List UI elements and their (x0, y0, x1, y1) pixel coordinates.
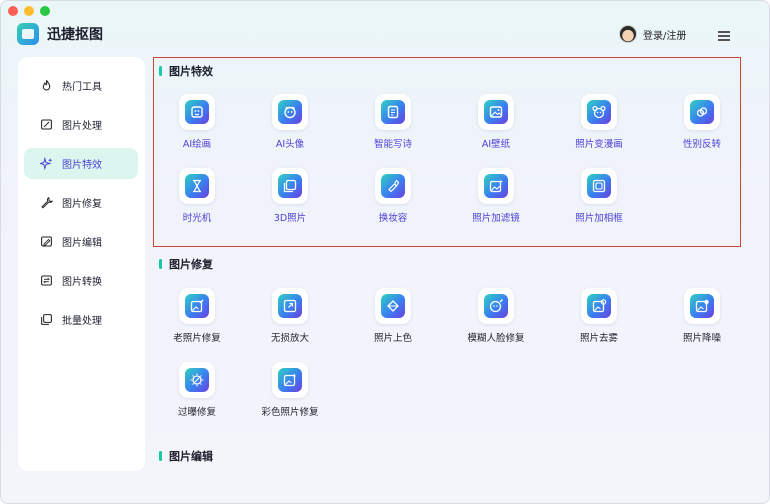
photo-3d-icon (278, 174, 302, 198)
gender-swap-icon (690, 100, 714, 124)
user-login[interactable]: 登录/注册 (619, 25, 686, 43)
face-fix-icon (484, 294, 508, 318)
section-title-editing: 图片编辑 (159, 448, 213, 464)
tool-makeup[interactable]: 换妆容 (348, 168, 438, 224)
sidebar-item-batch-processing[interactable]: 批量处理 (24, 304, 138, 335)
section-title-repair: 图片修复 (159, 256, 213, 272)
pencil-icon (40, 235, 53, 248)
tool-old-photo-repair[interactable]: 老照片修复 (152, 288, 242, 344)
overexposure-icon (185, 368, 209, 392)
sparkle-icon (40, 157, 53, 170)
wallpaper-icon (484, 100, 508, 124)
maximize-window-button[interactable] (40, 6, 50, 16)
avatar[interactable] (619, 25, 637, 43)
dehaze-icon (587, 294, 611, 318)
sidebar-item-label: 图片修复 (62, 199, 102, 210)
lipstick-icon (381, 174, 405, 198)
sidebar: 热门工具 图片处理 图片特效 图片修复 图片编辑 图片转换 批量处理 (18, 57, 145, 471)
flame-icon (40, 79, 53, 92)
cartoon-bear-icon (587, 100, 611, 124)
sidebar-item-label: 图片编辑 (62, 238, 102, 249)
old-photo-icon (185, 294, 209, 318)
tool-colorize[interactable]: 照片上色 (348, 288, 438, 344)
stack-icon (40, 313, 53, 326)
denoise-icon (690, 294, 714, 318)
tool-ai-wallpaper[interactable]: AI壁纸 (451, 94, 541, 150)
tool-3d-photo[interactable]: 3D照片 (245, 168, 335, 224)
window-controls (8, 6, 50, 16)
close-window-button[interactable] (8, 6, 18, 16)
tool-blurry-face-repair[interactable]: 模糊人脸修复 (451, 288, 541, 344)
sidebar-item-image-effects[interactable]: 图片特效 (24, 148, 138, 179)
upscale-icon (278, 294, 302, 318)
hamburger-menu-icon[interactable] (718, 31, 730, 43)
sidebar-item-image-processing[interactable]: 图片处理 (24, 109, 138, 140)
hourglass-icon (185, 174, 209, 198)
minimize-window-button[interactable] (24, 6, 34, 16)
color-photo-icon (278, 368, 302, 392)
tool-photo-frame[interactable]: 照片加相框 (554, 168, 644, 224)
tool-photo-filter[interactable]: 照片加滤镜 (451, 168, 541, 224)
sidebar-item-label: 图片特效 (62, 160, 102, 171)
ai-paint-icon (185, 100, 209, 124)
app-name: 迅捷抠图 (47, 27, 103, 43)
tool-ai-avatar[interactable]: AI头像 (245, 94, 335, 150)
ai-avatar-icon (278, 100, 302, 124)
sidebar-item-hot-tools[interactable]: 热门工具 (24, 70, 138, 101)
sidebar-item-label: 图片处理 (62, 121, 102, 132)
app-logo-icon (17, 23, 39, 45)
tool-gender-swap[interactable]: 性别反转 (657, 94, 747, 150)
colorize-icon (381, 294, 405, 318)
main-content: 图片特效 AI绘画 AI头像 智能写诗 AI壁纸 照片变漫画 性别反转 时光机 … (153, 57, 743, 497)
tool-denoise[interactable]: 照片降噪 (657, 288, 747, 344)
image-edit-icon (40, 118, 53, 131)
login-link[interactable]: 登录/注册 (643, 27, 686, 42)
filter-icon (484, 174, 508, 198)
sidebar-item-label: 热门工具 (62, 82, 102, 93)
section-title-effects: 图片特效 (159, 63, 213, 79)
sidebar-item-image-editing[interactable]: 图片编辑 (24, 226, 138, 257)
sidebar-item-label: 图片转换 (62, 277, 102, 288)
app-window: 迅捷抠图 登录/注册 热门工具 图片处理 图片特效 图片修复 图片编辑 图片转换… (0, 0, 770, 504)
tool-smart-poem[interactable]: 智能写诗 (348, 94, 438, 150)
tool-ai-paint[interactable]: AI绘画 (152, 94, 242, 150)
sidebar-item-label: 批量处理 (62, 316, 102, 327)
poem-icon (381, 100, 405, 124)
tool-dehaze[interactable]: 照片去雾 (554, 288, 644, 344)
brand: 迅捷抠图 (17, 23, 103, 45)
sidebar-item-image-repair[interactable]: 图片修复 (24, 187, 138, 218)
wrench-icon (40, 196, 53, 209)
frame-icon (587, 174, 611, 198)
tool-time-machine[interactable]: 时光机 (152, 168, 242, 224)
tool-color-photo-repair[interactable]: 彩色照片修复 (245, 362, 335, 418)
sidebar-item-image-conversion[interactable]: 图片转换 (24, 265, 138, 296)
tool-lossless-upscale[interactable]: 无损放大 (245, 288, 335, 344)
convert-icon (40, 274, 53, 287)
tool-overexposure-repair[interactable]: 过曝修复 (152, 362, 242, 418)
tool-photo-to-cartoon[interactable]: 照片变漫画 (554, 94, 644, 150)
